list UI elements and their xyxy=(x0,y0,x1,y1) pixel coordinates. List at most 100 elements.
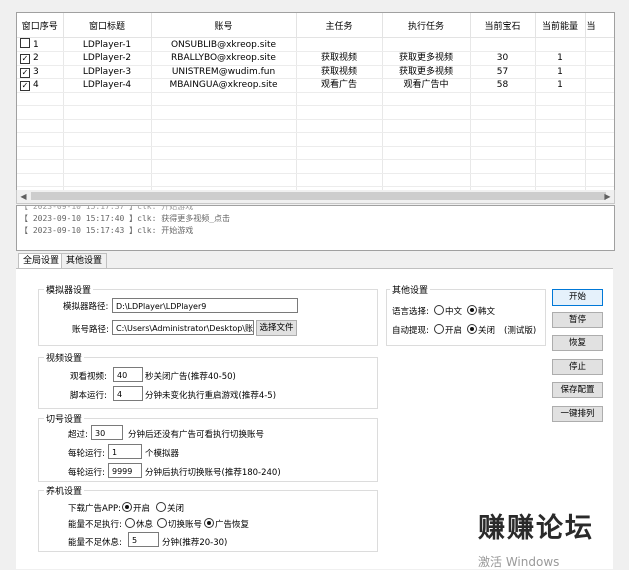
scroll-thumb[interactable] xyxy=(31,192,606,200)
auto-withdraw-note: (测试版) xyxy=(504,326,537,336)
auto-withdraw-on-radio[interactable]: 开启 xyxy=(434,324,462,336)
row-index-cell[interactable]: ✓ 4 xyxy=(17,78,64,93)
empty-cell xyxy=(63,159,152,174)
table-cell-energy: 1 xyxy=(535,65,586,79)
empty-cell xyxy=(585,159,614,174)
empty-cell xyxy=(470,105,536,120)
table-cell-title: LDPlayer-4 xyxy=(63,78,152,93)
col-header[interactable]: 当前宝石 xyxy=(470,13,536,38)
account-path-label: 账号路径: xyxy=(72,325,109,335)
empty-cell xyxy=(63,119,152,133)
empty-cell xyxy=(63,146,152,160)
horizontal-scrollbar[interactable]: ◀ ▶ xyxy=(16,190,615,204)
table-row[interactable]: ✓ 2 LDPlayer-2 RBALLYBO@xkreop.site 获取视频 获取更多… xyxy=(17,51,614,66)
tab-other-settings[interactable]: 其他设置 xyxy=(61,253,108,268)
empty-table-row xyxy=(17,119,614,133)
table-row[interactable]: ✓ 4 LDPlayer-4 MBAINGUA@xkreop.site 观看广告 观看广告… xyxy=(17,78,614,93)
col-header[interactable]: 窗口序号 xyxy=(17,13,64,38)
table-cell-energy: 1 xyxy=(535,51,586,66)
empty-cell xyxy=(17,105,64,120)
account-path-input[interactable]: C:\Users\Administrator\Desktop\账号1 xyxy=(112,320,254,335)
emulator-group-title: 模拟器设置 xyxy=(44,283,94,296)
radio-icon xyxy=(467,324,477,334)
log-panel[interactable]: 【 2023-09-10 15:17:37 】clk: 开始游戏 【 2023-… xyxy=(16,205,615,251)
low-energy-rest-radio[interactable]: 休息 xyxy=(125,518,153,530)
log-line: 【 2023-09-10 15:17:40 】clk: 获得更多视频_点击 xyxy=(20,214,231,223)
row-index-cell[interactable]: ✓ 2 xyxy=(17,51,64,66)
empty-cell xyxy=(17,159,64,174)
switch-group-title: 切号设置 xyxy=(44,412,85,425)
radio-icon xyxy=(125,518,135,528)
account-table[interactable]: 窗口序号 窗口标题 账号 主任务 执行任务 当前宝石 当前能量 当 1 LDPla… xyxy=(16,12,615,192)
auto-withdraw-off-radio[interactable]: 关闭 xyxy=(467,324,495,336)
empty-cell xyxy=(63,105,152,120)
emulator-path-input[interactable]: D:\LDPlayer\LDPlayer9 xyxy=(112,298,298,313)
col-header[interactable]: 当 xyxy=(585,13,614,38)
tab-global-settings[interactable]: 全局设置 xyxy=(18,253,65,269)
table-cell-gems xyxy=(470,37,536,52)
rest-input[interactable]: 5 xyxy=(128,532,159,547)
auto-withdraw-label: 自动提现: xyxy=(392,326,429,336)
empty-cell xyxy=(382,159,471,174)
language-cn-radio[interactable]: 中文 xyxy=(434,305,462,317)
save-config-button[interactable]: 保存配置 xyxy=(552,382,603,398)
low-energy-ad-radio[interactable]: 广告恢复 xyxy=(204,518,249,530)
table-cell-exec-task xyxy=(382,37,471,52)
empty-table-row xyxy=(17,132,614,147)
row-index-cell[interactable]: 1 xyxy=(17,37,64,52)
table-row[interactable]: ✓ 3 LDPlayer-3 UNISTREM@wudim.fun 获取视频 获取更多视频… xyxy=(17,65,614,79)
checked-checkbox-icon[interactable]: ✓ xyxy=(20,54,30,65)
scroll-left-icon[interactable]: ◀ xyxy=(17,190,30,203)
checked-checkbox-icon[interactable]: ✓ xyxy=(20,67,30,78)
empty-cell xyxy=(17,119,64,133)
language-kr-radio[interactable]: 韩文 xyxy=(467,305,495,317)
pause-button[interactable]: 暂停 xyxy=(552,312,603,328)
exceed-input[interactable]: 30 xyxy=(91,425,123,440)
checkbox-icon[interactable] xyxy=(20,38,30,48)
arrange-button[interactable]: 一键排列 xyxy=(552,406,603,422)
col-header[interactable]: 账号 xyxy=(151,13,297,38)
table-cell-extra xyxy=(585,78,614,93)
empty-cell xyxy=(382,132,471,147)
table-row[interactable]: 1 LDPlayer-1 ONSUBLIB@xkreop.site xyxy=(17,37,614,52)
col-header[interactable]: 执行任务 xyxy=(382,13,471,38)
per-round-input[interactable]: 1 xyxy=(108,444,142,459)
empty-cell xyxy=(382,146,471,160)
start-button[interactable]: 开始 xyxy=(552,289,603,306)
watch-video-input[interactable]: 40 xyxy=(113,367,143,382)
script-run-input[interactable]: 4 xyxy=(113,386,143,401)
download-ad-on-radio[interactable]: 开启 xyxy=(122,502,150,514)
per-round-hint: 个模拟器 xyxy=(145,449,180,459)
col-header[interactable]: 主任务 xyxy=(296,13,383,38)
col-header[interactable]: 窗口标题 xyxy=(63,13,152,38)
empty-cell xyxy=(296,119,383,133)
resume-button[interactable]: 恢复 xyxy=(552,335,603,351)
row-index-cell[interactable]: ✓ 3 xyxy=(17,65,64,79)
empty-cell xyxy=(17,132,64,147)
table-cell-title: LDPlayer-1 xyxy=(63,37,152,52)
radio-icon xyxy=(157,518,167,528)
empty-cell xyxy=(296,173,383,187)
empty-table-row xyxy=(17,159,614,174)
table-cell-title: LDPlayer-3 xyxy=(63,65,152,79)
empty-cell xyxy=(63,92,152,106)
round-run-label: 每轮运行: xyxy=(68,468,105,478)
download-ad-off-radio[interactable]: 关闭 xyxy=(156,502,184,514)
low-energy-switch-radio[interactable]: 切换账号 xyxy=(157,518,202,530)
empty-cell xyxy=(17,146,64,160)
col-header[interactable]: 当前能量 xyxy=(535,13,586,38)
scroll-right-icon[interactable]: ▶ xyxy=(601,190,614,203)
other-group xyxy=(386,289,546,346)
stop-button[interactable]: 停止 xyxy=(552,359,603,375)
empty-cell xyxy=(296,132,383,147)
rest-hint: 分钟(推荐20-30) xyxy=(162,538,228,548)
round-run-input[interactable]: 9999 xyxy=(108,463,142,478)
choose-file-button[interactable]: 选择文件 xyxy=(256,320,297,336)
empty-table-row xyxy=(17,105,614,120)
empty-cell xyxy=(17,92,64,106)
download-ad-label: 下载广告APP: xyxy=(68,504,121,514)
checked-checkbox-icon[interactable]: ✓ xyxy=(20,81,30,92)
empty-cell xyxy=(585,105,614,120)
table-cell-main-task: 获取视频 xyxy=(296,65,383,79)
exceed-hint: 分钟后还没有广告可看执行切换账号 xyxy=(128,430,265,440)
